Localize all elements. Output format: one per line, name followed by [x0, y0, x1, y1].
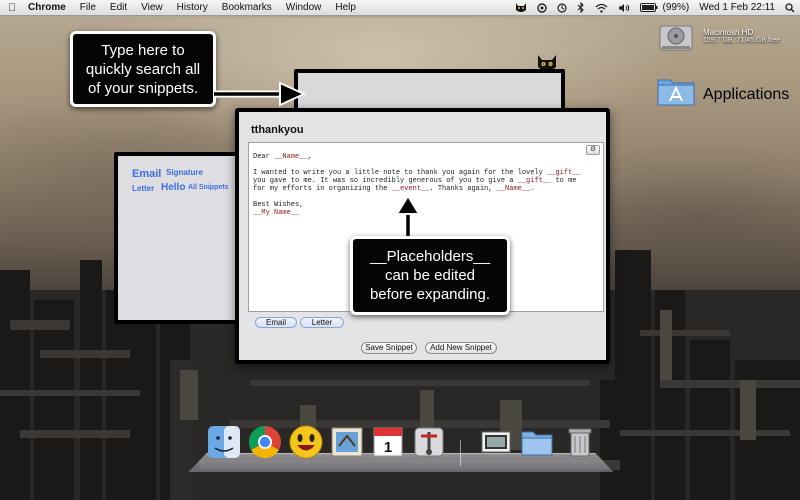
snippet-line[interactable]: I wanted to write you a little note to t…	[253, 169, 581, 177]
snippet-text-segment: .	[530, 185, 535, 193]
menu-app-name[interactable]: Chrome	[24, 0, 73, 16]
downloads-folder-icon[interactable]	[519, 424, 555, 460]
gear-button[interactable]: ⚙	[586, 145, 600, 155]
search-tip-callout: Type here to quickly search all of your …	[70, 31, 216, 107]
save-snippet-button[interactable]: Save Snippet	[361, 342, 417, 354]
snippet-line[interactable]: Dear __Name__,	[253, 153, 581, 161]
applications-folder-icon	[657, 79, 695, 106]
tag-email[interactable]: Email	[132, 168, 161, 180]
snippet-line[interactable]: you gave to me. It was so incredibly gen…	[253, 177, 581, 185]
calendar-icon[interactable]: 1	[370, 424, 406, 460]
drive-label[interactable]: Macintosh HD	[703, 28, 780, 37]
tag-hello[interactable]: Hello	[161, 182, 185, 193]
spotlight-icon[interactable]	[780, 2, 800, 13]
apple-icon[interactable]: 	[0, 2, 24, 14]
snippet-text-segment	[253, 193, 257, 201]
chrome-icon[interactable]	[247, 424, 283, 460]
menu-help[interactable]: Help	[328, 0, 363, 16]
menubar:  Chrome File Edit View History Bookmark…	[0, 0, 800, 16]
snippet-title[interactable]: tthankyou	[251, 124, 304, 136]
drive-sublabel: 159.7 GB, 71.45 GB free	[703, 37, 781, 44]
placeholder-token: __Name__	[274, 153, 308, 161]
snippet-text-segment: I wanted to write you a little note to t…	[253, 169, 548, 177]
snippet-tag-letter[interactable]: Letter	[300, 317, 344, 328]
tag-signature[interactable]: Signature	[166, 168, 203, 177]
menu-edit[interactable]: Edit	[103, 0, 134, 16]
snippet-search-window[interactable]	[294, 69, 565, 113]
snippet-text-segment: for my efforts in organizing the	[253, 185, 392, 193]
adium-icon[interactable]	[288, 424, 324, 460]
battery-percent: (99%)	[662, 1, 690, 13]
snippet-text-segment: to me	[551, 177, 577, 185]
snippet-text-segment: Best Wishes,	[253, 201, 304, 209]
macintosh-hd[interactable]	[658, 20, 694, 59]
snippet-text-segment: . Thanks again,	[429, 185, 497, 193]
snippet-line[interactable]: for my efforts in organizing the __event…	[253, 185, 581, 193]
tag-all-snippets[interactable]: All Snippets	[188, 184, 228, 191]
mail-icon[interactable]	[329, 424, 365, 460]
status-area: (99%) Wed 1 Feb 22:11	[510, 0, 800, 16]
placeholder-token: __gift__	[547, 169, 581, 177]
menu-history[interactable]: History	[170, 0, 215, 16]
placeholder-token: __My Name__	[253, 209, 300, 217]
applications-folder[interactable]	[656, 72, 696, 113]
snippet-line[interactable]	[253, 161, 581, 169]
bluetooth-icon[interactable]	[572, 2, 590, 13]
snippet-text-segment	[253, 161, 257, 169]
snippet-text-segment: ,	[307, 153, 312, 161]
search-tip-arrow	[214, 81, 307, 107]
search-tip-line-2: quickly search all	[85, 60, 201, 78]
placeholder-token: __gift__	[517, 177, 552, 185]
placeholder-tip-callout: __Placeholders__ can be edited before ex…	[350, 236, 510, 315]
tag-panel: Email Signature Letter Hello All Snippet…	[114, 152, 244, 324]
clock[interactable]: Wed 1 Feb 22:11	[694, 0, 780, 16]
placeholder-tip-line-1: __Placeholders__	[369, 248, 491, 265]
add-new-snippet-button[interactable]: Add New Snippet	[425, 342, 497, 354]
snippet-app-icon[interactable]	[411, 424, 447, 460]
menu-file[interactable]: File	[73, 0, 103, 16]
time-machine-icon[interactable]	[552, 2, 572, 13]
placeholder-tip-arrow	[395, 194, 421, 240]
menu-bookmarks[interactable]: Bookmarks	[215, 0, 279, 16]
svg-text:1: 1	[384, 439, 392, 456]
placeholder-tip-line-2: can be edited	[384, 267, 476, 284]
search-tip-line-1: Type here to	[101, 41, 185, 59]
wifi-icon[interactable]	[590, 3, 613, 13]
snippet-tag-email[interactable]: Email	[255, 317, 297, 328]
applications-label[interactable]: Applications	[703, 86, 789, 104]
search-tip-line-3: of your snippets.	[87, 79, 199, 97]
preview-stack-icon[interactable]	[478, 424, 514, 460]
battery-icon[interactable]	[635, 3, 663, 12]
tag-letter[interactable]: Letter	[132, 184, 154, 193]
color-picker-icon[interactable]	[532, 2, 552, 13]
menu-view[interactable]: View	[134, 0, 170, 16]
trash-icon[interactable]	[562, 424, 598, 460]
placeholder-token: __event__	[391, 185, 430, 193]
snippet-text-segment: you gave to me. It was so incredibly gen…	[253, 177, 518, 185]
dock-separator	[460, 440, 461, 466]
finder-icon[interactable]	[206, 424, 242, 460]
placeholder-token: __Name__	[496, 185, 531, 193]
placeholder-tip-line-3: before expanding.	[369, 286, 491, 303]
menu-window[interactable]: Window	[279, 0, 329, 16]
cat-menu-icon[interactable]	[510, 2, 532, 13]
volume-icon[interactable]	[613, 3, 635, 13]
snippet-text-segment: Dear	[253, 153, 275, 161]
hard-drive-icon	[659, 25, 693, 51]
